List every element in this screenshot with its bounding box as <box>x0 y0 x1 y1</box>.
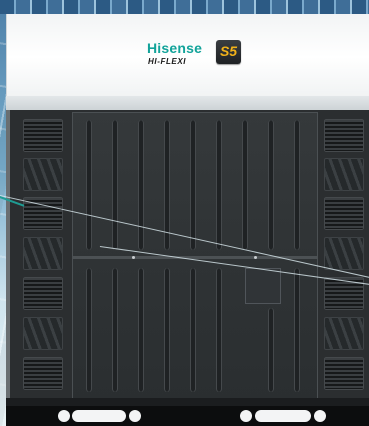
vent-slot <box>294 268 300 392</box>
vent-slot <box>164 268 170 392</box>
vent-slot <box>294 120 300 250</box>
vent-slot <box>216 268 222 392</box>
brand-name: Hisense <box>147 40 203 56</box>
vent-slot <box>138 268 144 392</box>
right-grille <box>324 197 364 230</box>
right-grille <box>324 237 364 270</box>
vent-slot <box>190 268 196 392</box>
left-grille <box>23 357 63 390</box>
vent-slot <box>164 120 170 250</box>
housing-shadow <box>6 96 369 110</box>
vent-slot <box>190 120 196 250</box>
left-grille <box>23 158 63 191</box>
left-grille <box>23 119 63 152</box>
vent-slot <box>112 268 118 392</box>
forklift-hole <box>314 410 326 422</box>
right-grille <box>324 119 364 152</box>
screw <box>254 256 257 259</box>
forklift-hole <box>58 410 70 422</box>
product-photo: Hisense HI-FLEXI S5 <box>0 0 369 426</box>
building-window-strip <box>0 0 369 14</box>
vent-slot <box>268 308 274 392</box>
forklift-slot <box>72 410 126 422</box>
model-badge: S5 <box>216 40 241 64</box>
vent-slot <box>242 120 248 250</box>
vent-slot <box>112 120 118 250</box>
vent-slot <box>86 120 92 250</box>
service-panel <box>245 268 281 304</box>
model-badge-text: S5 <box>219 43 238 59</box>
forklift-slot <box>255 410 311 422</box>
left-grille <box>23 317 63 350</box>
right-grille <box>324 158 364 191</box>
vent-slot <box>268 120 274 250</box>
left-grille <box>23 237 63 270</box>
vent-slot <box>216 120 222 250</box>
forklift-hole <box>129 410 141 422</box>
left-grille <box>23 277 63 310</box>
screw <box>132 256 135 259</box>
right-grille <box>324 357 364 390</box>
unit-side-edge <box>6 110 10 426</box>
right-grille <box>324 317 364 350</box>
vent-slot <box>86 268 92 392</box>
forklift-hole <box>240 410 252 422</box>
series-name: HI-FLEXI <box>148 57 187 66</box>
vent-slot <box>138 120 144 250</box>
